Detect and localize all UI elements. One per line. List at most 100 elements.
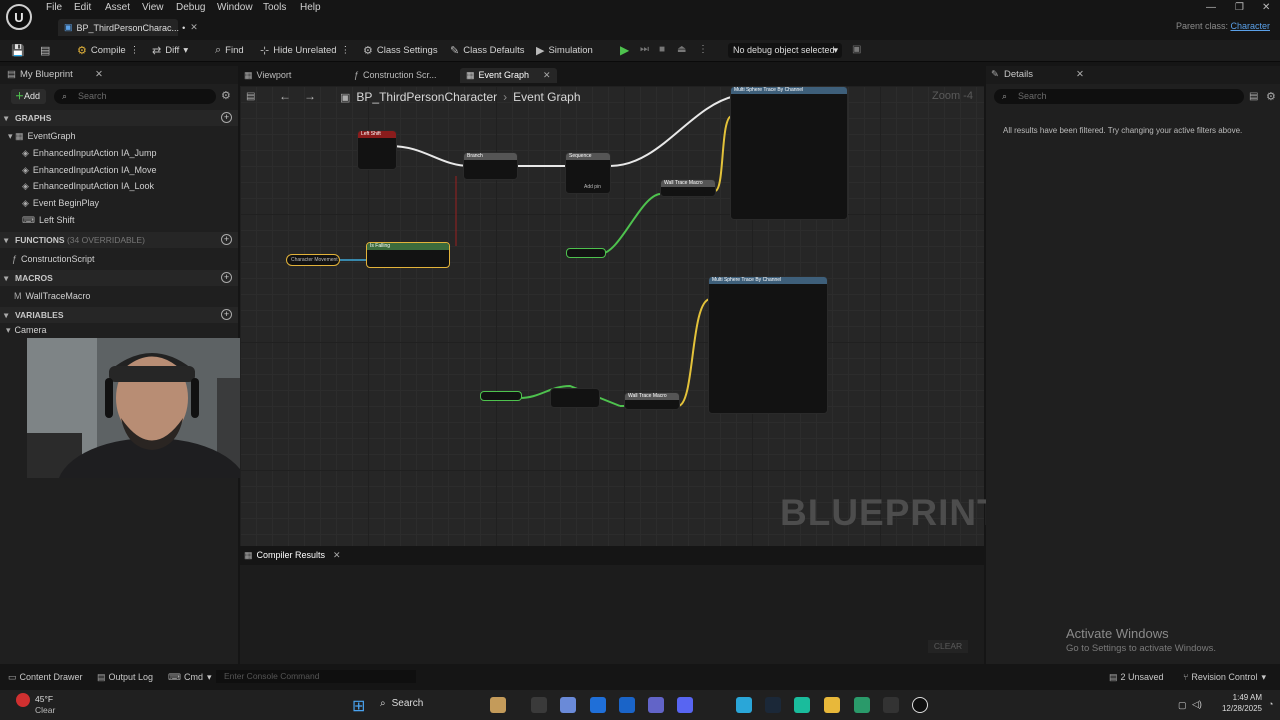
close-panel-icon[interactable]: ✕ [1076, 66, 1084, 84]
details-search-input[interactable]: ⌕ Search [994, 89, 1244, 104]
blueprint-search-input[interactable]: ⌕ Search [54, 89, 216, 104]
event-graph-canvas[interactable]: Left Shift Branch Sequence Add pin Wall … [240, 86, 984, 546]
taskbar-app-icon-app2[interactable] [854, 697, 870, 713]
class-defaults-button[interactable]: ✎ Class Defaults [450, 44, 524, 57]
tab-compiler-results[interactable]: ▦ Compiler Results ✕ [244, 550, 341, 561]
graphs-section[interactable]: ▾ GRAPHS + [0, 110, 238, 126]
browse-icon[interactable]: ▤ [40, 44, 50, 57]
hide-unrelated-button[interactable]: ⊹ Hide Unrelated ⋮ [260, 44, 350, 57]
clear-button[interactable]: CLEAR [928, 640, 968, 653]
tree-item-camera[interactable]: ▾ Camera [6, 325, 47, 336]
asset-tab[interactable]: ▣ BP_ThirdPersonCharac... • ✕ [58, 19, 198, 36]
windows-start-icon[interactable]: ⊞ [352, 696, 365, 716]
menu-edit[interactable]: Edit [74, 2, 91, 13]
node-multi-sphere-trace-2[interactable]: Multi Sphere Trace By Channel [708, 276, 828, 414]
network-icon[interactable]: ▢ [1178, 700, 1187, 711]
play-options-icon[interactable]: ⋮ [698, 44, 708, 55]
breadcrumb-graph[interactable]: Event Graph [513, 90, 580, 104]
save-icon[interactable]: 💾 [11, 44, 25, 57]
node-make-vector[interactable] [550, 388, 600, 408]
functions-section[interactable]: ▾ FUNCTIONS (34 OVERRIDABLE) + [0, 232, 238, 248]
node-character-movement[interactable]: Character Movement [286, 254, 340, 266]
class-settings-button[interactable]: ⚙ Class Settings [363, 44, 438, 57]
add-graph-icon[interactable]: + [221, 112, 232, 123]
node-branch[interactable]: Branch [463, 152, 518, 180]
macros-section[interactable]: ▾ MACROS + [0, 270, 238, 286]
table-view-icon[interactable]: ▤ [1249, 91, 1258, 102]
node-sequence[interactable]: Sequence Add pin [565, 152, 611, 194]
taskbar-app-icon-files[interactable] [490, 697, 506, 713]
breadcrumb-blueprint[interactable]: BP_ThirdPersonCharacter [356, 90, 497, 104]
menu-view[interactable]: View [142, 2, 164, 13]
menu-debug[interactable]: Debug [176, 2, 205, 13]
hide-unrelated-options-icon[interactable]: ⋮ [341, 45, 351, 56]
tab-viewport[interactable]: ▦ Viewport [244, 70, 291, 81]
add-button[interactable]: ＋Add [11, 89, 46, 104]
node-wall-trace-macro-2[interactable]: Wall Trace Macro [624, 392, 680, 410]
parent-class-link[interactable]: Character [1230, 21, 1270, 31]
tab-event-graph[interactable]: ▦ Event Graph ✕ [460, 68, 557, 83]
add-macro-icon[interactable]: + [221, 272, 232, 283]
menu-file[interactable]: File [46, 2, 62, 13]
play-icon[interactable]: ▶ [620, 43, 629, 57]
menu-tools[interactable]: Tools [263, 2, 286, 13]
close-tab-icon[interactable]: ✕ [333, 550, 341, 560]
revision-control-button[interactable]: ⑂ Revision Control ▾ [1183, 672, 1266, 683]
add-function-icon[interactable]: + [221, 234, 232, 245]
volume-icon[interactable]: ◁) [1192, 699, 1202, 710]
taskbar-app-icon-app3[interactable] [883, 697, 899, 713]
stop-icon[interactable]: ■ [659, 44, 665, 55]
diff-button[interactable]: ⇄ Diff ▾ [152, 44, 188, 57]
forward-arrow-icon[interactable]: → [304, 89, 316, 103]
minimize-icon[interactable]: — [1206, 2, 1216, 13]
node-wall-trace-macro-1[interactable]: Wall Trace Macro [660, 179, 716, 197]
close-panel-icon[interactable]: ✕ [95, 66, 103, 84]
compile-button[interactable]: ⚙ Compile ⋮ [77, 44, 139, 57]
menu-window[interactable]: Window [217, 2, 253, 13]
unsaved-button[interactable]: ▤ 2 Unsaved [1109, 672, 1164, 683]
close-tab-icon[interactable]: ✕ [190, 22, 198, 33]
tree-item-eventgraph[interactable]: ▾ ▦ EventGraph [8, 131, 76, 142]
taskbar-app-icon-store[interactable] [590, 697, 606, 713]
find-button[interactable]: ⌕ Find [215, 44, 244, 57]
debug-filter-icon[interactable]: ▣ [852, 44, 861, 55]
console-command-input[interactable]: Enter Console Command [216, 670, 416, 683]
content-drawer-button[interactable]: ▭ Content Drawer [8, 672, 83, 683]
taskbar-app-icon-edge[interactable] [736, 697, 752, 713]
taskbar-app-icon-outlook[interactable] [619, 697, 635, 713]
tree-item-ia-jump[interactable]: ◈ EnhancedInputAction IA_Jump [22, 148, 157, 159]
tree-item-walltracemacro[interactable]: M WallTraceMacro [14, 291, 90, 301]
tab-construction-script[interactable]: ƒ Construction Scr... [354, 70, 437, 80]
back-arrow-icon[interactable]: ← [279, 89, 291, 103]
menu-help[interactable]: Help [300, 2, 321, 13]
taskbar-app-icon-explorer[interactable] [824, 697, 840, 713]
taskbar-search[interactable]: ⌕ Search [380, 698, 423, 709]
node-multi-sphere-trace-1[interactable]: Multi Sphere Trace By Channel [730, 86, 848, 220]
maximize-icon[interactable]: ❐ [1235, 2, 1244, 13]
node-left-shift[interactable]: Left Shift [357, 130, 397, 170]
variables-section[interactable]: ▾ VARIABLES + [0, 307, 238, 323]
tree-item-left-shift[interactable]: ⌨ Left Shift [22, 215, 75, 226]
tree-item-ia-look[interactable]: ◈ EnhancedInputAction IA_Look [22, 181, 154, 192]
step-icon[interactable]: ⏭ [640, 44, 649, 55]
debug-object-select[interactable]: No debug object selected ▾ [728, 43, 842, 58]
tree-item-ia-move[interactable]: ◈ EnhancedInputAction IA_Move [22, 165, 157, 176]
notification-bell-icon[interactable]: ◔ [1268, 699, 1273, 709]
close-icon[interactable]: ✕ [1262, 2, 1270, 13]
output-log-button[interactable]: ▤ Output Log [97, 672, 153, 683]
node-distance-variable-2[interactable] [480, 391, 522, 401]
taskbar-app-icon-steam[interactable] [765, 697, 781, 713]
taskbar-app-icon-copilot[interactable] [560, 697, 576, 713]
compile-options-icon[interactable]: ⋮ [130, 45, 140, 56]
taskbar-app-icon-teams[interactable] [648, 697, 664, 713]
menu-asset[interactable]: Asset [105, 2, 130, 13]
node-is-falling[interactable]: Is Falling [366, 242, 450, 268]
simulation-button[interactable]: ▶ Simulation [536, 44, 593, 57]
taskbar-app-icon-app[interactable] [794, 697, 810, 713]
cmd-button[interactable]: ⌨ Cmd ▾ [168, 672, 212, 683]
taskbar-app-icon-discord[interactable] [677, 697, 693, 713]
settings-gear-icon[interactable]: ⚙ [221, 89, 231, 102]
tree-item-beginplay[interactable]: ◈ Event BeginPlay [22, 198, 99, 209]
add-variable-icon[interactable]: + [221, 309, 232, 320]
eject-icon[interactable]: ⏏ [677, 44, 686, 55]
